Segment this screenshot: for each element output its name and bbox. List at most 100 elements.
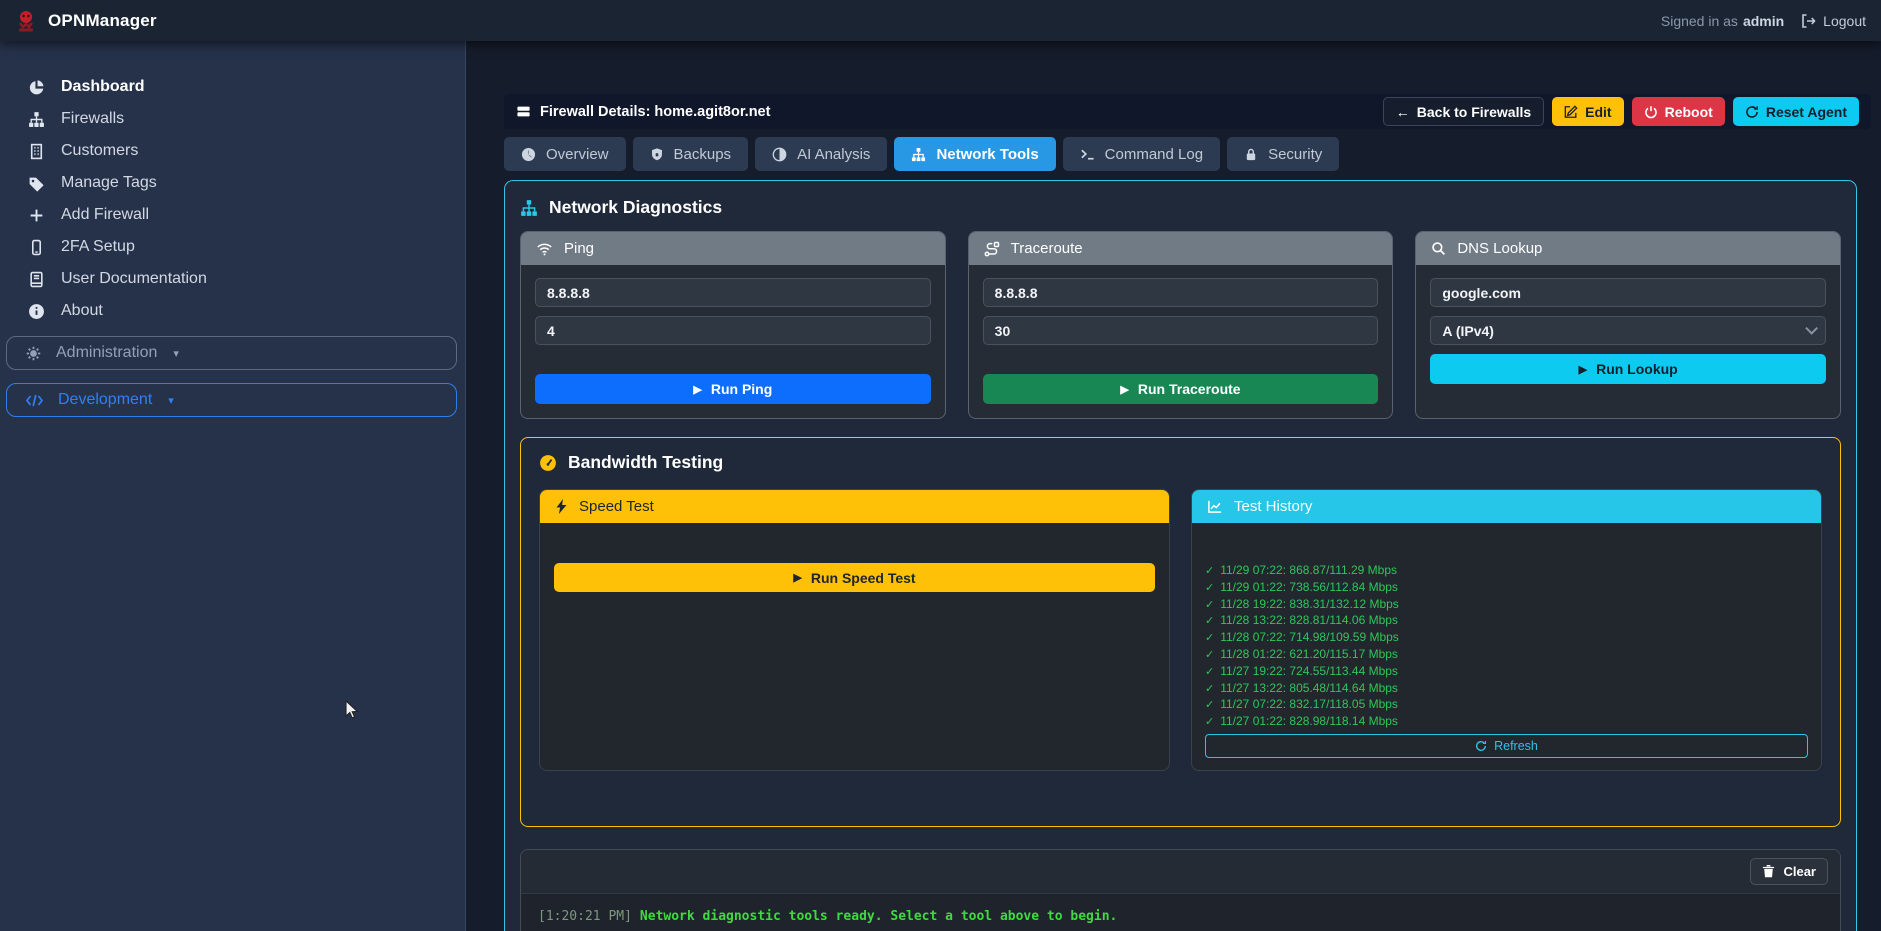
code-icon — [25, 393, 44, 408]
main-content: Firewall Details: home.agit8or.net ← Bac… — [467, 41, 1881, 931]
reboot-button[interactable]: Reboot — [1632, 97, 1725, 126]
app-title: OPNManager — [48, 11, 157, 31]
run-speed-test-button[interactable]: ▶ Run Speed Test — [554, 563, 1155, 592]
check-icon: ✓ — [1205, 631, 1214, 647]
bandwidth-testing-heading: Bandwidth Testing — [539, 452, 1822, 473]
sidebar-item-2fa-setup[interactable]: 2FA Setup — [0, 231, 465, 263]
bandwidth-testing-section: Bandwidth Testing Speed Test — [520, 437, 1841, 827]
speed-test-card: Speed Test ▶ Run Speed Test — [539, 489, 1170, 771]
adjust-icon — [772, 147, 787, 162]
sidebar-item-about[interactable]: About — [0, 295, 465, 327]
history-entry: ✓11/28 19:22: 838.31/132.12 Mbps — [1205, 597, 1808, 614]
caret-down-icon: ▾ — [173, 347, 179, 360]
dns-record-type-select[interactable]: A (IPv4) — [1430, 316, 1826, 345]
building-icon — [26, 143, 46, 160]
refresh-history-button[interactable]: Refresh — [1205, 734, 1808, 758]
log-message: Network diagnostic tools ready. Select a… — [640, 909, 1117, 924]
sidebar-item-user-documentation[interactable]: User Documentation — [0, 263, 465, 295]
server-icon — [516, 104, 531, 119]
tab-backups[interactable]: Backups — [633, 137, 749, 171]
chart-pie-icon — [26, 79, 46, 96]
dns-lookup-card-header: DNS Lookup — [1416, 232, 1840, 265]
traceroute-maxhops-input[interactable] — [983, 316, 1379, 345]
traceroute-card: Traceroute ▶ Run Traceroute — [968, 231, 1394, 419]
sidebar-item-manage-tags[interactable]: Manage Tags — [0, 167, 465, 199]
traceroute-host-input[interactable] — [983, 278, 1379, 307]
history-entry: ✓11/29 01:22: 738.56/112.84 Mbps — [1205, 580, 1808, 597]
sidebar-item-customers[interactable]: Customers — [0, 135, 465, 167]
page-title: Firewall Details: home.agit8or.net — [516, 104, 770, 120]
history-entry: ✓11/29 07:22: 868.87/111.29 Mbps — [1205, 563, 1808, 580]
ping-card-header: Ping — [521, 232, 945, 265]
route-icon — [984, 241, 1000, 257]
terminal-icon — [1080, 147, 1095, 162]
check-icon: ✓ — [1205, 598, 1214, 614]
arrow-left-icon: ← — [1396, 104, 1410, 120]
speed-test-header: Speed Test — [540, 490, 1169, 523]
sidebar-development-dropdown[interactable]: Development ▾ — [6, 383, 457, 417]
brand: OPNManager — [15, 9, 157, 33]
ping-count-input[interactable] — [535, 316, 931, 345]
bolt-icon — [555, 499, 568, 514]
logout-icon — [1800, 13, 1816, 29]
traceroute-card-header: Traceroute — [969, 232, 1393, 265]
topbar: OPNManager Signed in asadmin Logout — [0, 0, 1881, 41]
tachometer-icon — [539, 454, 557, 472]
logout-button[interactable]: Logout — [1800, 13, 1866, 29]
play-icon: ▶ — [693, 383, 701, 396]
network-diagnostics-heading: Network Diagnostics — [520, 197, 1841, 218]
history-entry: ✓11/27 01:22: 828.98/118.14 Mbps — [1205, 714, 1808, 731]
plus-icon — [26, 207, 46, 224]
refresh-icon — [1745, 105, 1759, 119]
sitemap-icon — [520, 199, 538, 217]
history-entry: ✓11/28 01:22: 621.20/115.17 Mbps — [1205, 647, 1808, 664]
tab-command-log[interactable]: Command Log — [1063, 137, 1220, 171]
firewall-details-toolbar: Firewall Details: home.agit8or.net ← Bac… — [504, 94, 1871, 129]
power-icon — [1644, 105, 1658, 119]
log-timestamp: [1:20:21 PM] — [538, 909, 632, 924]
play-icon: ▶ — [793, 571, 801, 584]
tab-overview[interactable]: Overview — [504, 137, 626, 171]
sidebar-item-dashboard[interactable]: Dashboard — [0, 71, 465, 103]
back-to-firewalls-button[interactable]: ← Back to Firewalls — [1383, 97, 1544, 126]
test-history-header: Test History — [1192, 490, 1821, 523]
tab-ai-analysis[interactable]: AI Analysis — [755, 137, 887, 171]
run-ping-button[interactable]: ▶ Run Ping — [535, 374, 931, 404]
gear-icon — [25, 345, 42, 362]
run-traceroute-button[interactable]: ▶ Run Traceroute — [983, 374, 1379, 404]
mobile-icon — [26, 239, 46, 256]
search-icon — [1431, 241, 1446, 256]
network-tools-pane: Network Diagnostics Ping — [504, 180, 1857, 931]
history-entry: ✓11/27 07:22: 832.17/118.05 Mbps — [1205, 697, 1808, 714]
caret-down-icon: ▾ — [168, 394, 174, 407]
check-icon: ✓ — [1205, 682, 1214, 698]
ping-host-input[interactable] — [535, 278, 931, 307]
sidebar-item-add-firewall[interactable]: Add Firewall — [0, 199, 465, 231]
lock-icon — [1244, 147, 1258, 162]
check-icon: ✓ — [1205, 614, 1214, 630]
reset-agent-button[interactable]: Reset Agent — [1733, 97, 1859, 126]
edit-button[interactable]: Edit — [1552, 97, 1623, 126]
info-icon — [26, 303, 46, 320]
dns-host-input[interactable] — [1430, 278, 1826, 307]
sidebar: Dashboard Firewalls Customers Manage Tag… — [0, 41, 466, 931]
overview-icon — [521, 147, 536, 162]
ping-card: Ping ▶ Run Ping — [520, 231, 946, 419]
sitemap-icon — [26, 111, 46, 128]
wifi-icon — [536, 242, 553, 256]
history-entry: ✓11/28 07:22: 714.98/109.59 Mbps — [1205, 630, 1808, 647]
check-icon: ✓ — [1205, 581, 1214, 597]
sidebar-administration-dropdown[interactable]: Administration ▾ — [6, 336, 457, 370]
tags-icon — [26, 175, 46, 192]
console-output: [1:20:21 PM] Network diagnostic tools rea… — [521, 894, 1840, 931]
test-history-list: ✓11/29 07:22: 868.87/111.29 Mbps ✓11/29 … — [1192, 523, 1821, 770]
run-lookup-button[interactable]: ▶ Run Lookup — [1430, 354, 1826, 384]
chevron-down-icon — [1805, 322, 1818, 335]
tab-network-tools[interactable]: Network Tools — [894, 137, 1055, 171]
pencil-icon — [1564, 105, 1578, 119]
tab-security[interactable]: Security — [1227, 137, 1339, 171]
console-header: Clear — [521, 850, 1840, 894]
sidebar-item-firewalls[interactable]: Firewalls — [0, 103, 465, 135]
clear-console-button[interactable]: Clear — [1750, 858, 1828, 885]
history-entry: ✓11/28 13:22: 828.81/114.06 Mbps — [1205, 613, 1808, 630]
